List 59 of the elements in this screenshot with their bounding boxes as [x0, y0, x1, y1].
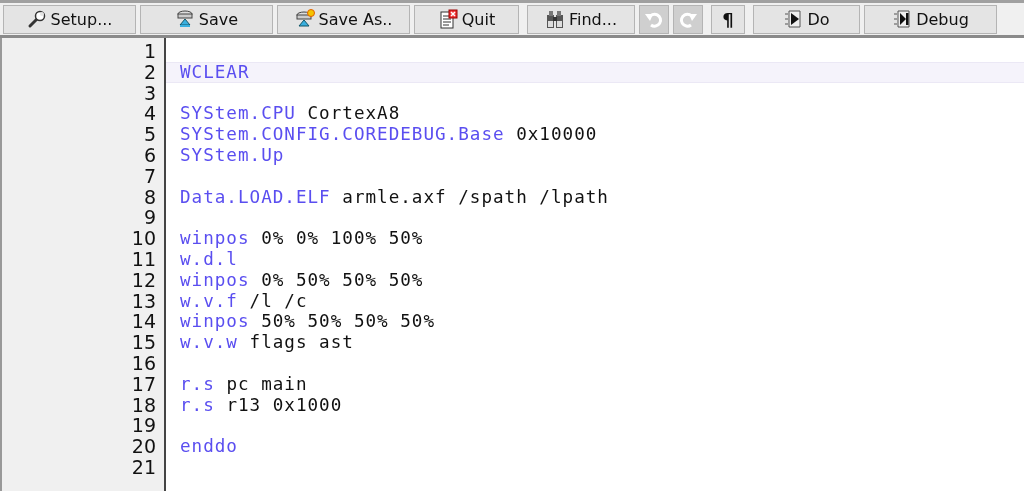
- toolbar-button[interactable]: Save: [140, 4, 273, 34]
- line-number: 18: [130, 394, 157, 416]
- formatting-marks-button[interactable]: ¶: [711, 4, 745, 34]
- command-arguments: CortexA8: [307, 103, 401, 124]
- toolbar-button[interactable]: Do: [753, 4, 860, 34]
- command-keyword: r.s: [180, 394, 215, 415]
- command-arguments: 0% 0% 100% 50%: [261, 228, 424, 249]
- line-number: 12: [130, 269, 157, 291]
- command-keyword: winpos: [180, 228, 250, 249]
- line-number: 2: [142, 61, 157, 83]
- command-arguments: 0x10000: [516, 124, 598, 145]
- command-keyword: enddo: [180, 436, 238, 457]
- document-close-icon: [437, 9, 458, 29]
- command-keyword: winpos: [180, 311, 250, 332]
- toolbar-button[interactable]: Quit: [414, 4, 519, 34]
- line-number: 14: [130, 311, 157, 333]
- line-number: 10: [130, 228, 157, 249]
- toolbar-button[interactable]: Debug: [864, 4, 997, 34]
- command-arguments: pc main: [226, 373, 308, 394]
- command-keyword: SYStem.CPU: [180, 103, 296, 124]
- command-keyword: r.s: [180, 373, 215, 394]
- line-number: 5: [142, 124, 157, 145]
- line-number: 13: [130, 290, 157, 312]
- line-number: 9: [142, 207, 157, 229]
- command-arguments: armle.axf /spath /lpath: [342, 186, 609, 207]
- line-number: 20: [130, 436, 157, 457]
- command-arguments: r13 0x1000: [226, 394, 343, 415]
- toolbar-button[interactable]: Find...: [527, 4, 635, 34]
- command-keyword: w.d.l: [180, 248, 238, 269]
- binoculars-icon: [544, 9, 565, 29]
- command-keyword: w.v.f: [180, 290, 238, 311]
- line-number: 4: [142, 103, 157, 125]
- command-keyword: SYStem.Up: [180, 145, 285, 165]
- line-number: 3: [142, 82, 157, 104]
- disk-stack-icon: [174, 9, 195, 29]
- toolbar-button[interactable]: Save As..: [277, 4, 410, 34]
- line-number: 15: [130, 332, 157, 353]
- command-arguments: flags ast: [249, 332, 354, 353]
- play-icon: [783, 9, 804, 29]
- line-number: 8: [142, 186, 157, 208]
- command-keyword: w.v.w: [180, 332, 238, 353]
- command-arguments: 0% 50% 50% 50%: [261, 269, 424, 290]
- line-number: 1: [142, 41, 157, 62]
- line-number: 17: [130, 373, 157, 395]
- line-number: 16: [130, 352, 157, 374]
- command-keyword: Data.LOAD.ELF: [180, 186, 331, 207]
- line-number: 19: [130, 415, 157, 437]
- line-number: 21: [130, 456, 157, 478]
- command-arguments: /l /c: [249, 290, 308, 311]
- toolbar-button[interactable]: Setup...: [3, 4, 136, 34]
- command-keyword: SYStem.CONFIG.COREDEBUG.Base: [180, 124, 505, 145]
- line-number: 6: [142, 145, 157, 166]
- disk-stack-icon: [294, 9, 315, 29]
- line-number: 7: [142, 165, 157, 187]
- command-arguments: 50% 50% 50% 50%: [261, 311, 436, 332]
- line-number: 11: [130, 248, 157, 270]
- command-keyword: winpos: [180, 269, 250, 290]
- command-keyword: WCLEAR: [180, 61, 250, 82]
- step-icon: [892, 9, 913, 29]
